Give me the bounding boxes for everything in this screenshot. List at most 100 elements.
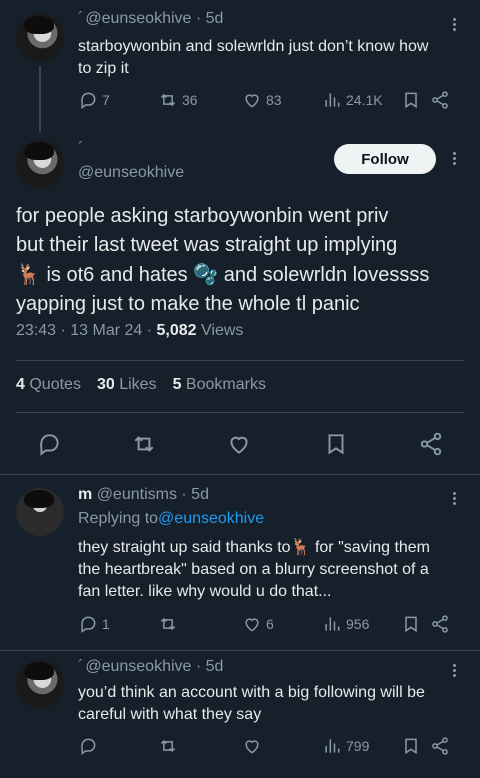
avatar[interactable] (16, 14, 64, 62)
deer-emoji: 🦌 (16, 262, 41, 286)
share-icon (420, 432, 442, 456)
views-button[interactable]: 24.1K (322, 90, 383, 110)
display-name[interactable]: m (78, 486, 92, 504)
follow-button[interactable]: Follow (334, 144, 436, 174)
views-count: 799 (346, 738, 370, 754)
views-icon (325, 739, 340, 753)
main-tweet-actions (0, 425, 480, 465)
handle[interactable]: @euntisms (97, 486, 177, 504)
divider (16, 412, 464, 413)
like-count: 83 (266, 92, 282, 108)
tweet-header: m @euntisms · 5d (78, 486, 209, 504)
engagement-stats: 4 Quotes 30 Likes 5 Bookmarks (16, 376, 266, 394)
bookmark-icon (405, 616, 417, 633)
bubbles-emoji: 🫧 (193, 262, 219, 286)
retweet-button[interactable]: 36 (158, 90, 198, 110)
thread-line (39, 66, 41, 132)
reply-button[interactable]: 7 (78, 90, 110, 110)
views-count: 5,082 (156, 322, 197, 339)
more-icon[interactable] (453, 662, 457, 679)
retweet-icon (160, 93, 176, 107)
bookmarks-link[interactable]: 5 Bookmarks (173, 376, 266, 394)
share-button[interactable] (430, 736, 450, 756)
replying-to: Replying to @eunseokhive (78, 510, 265, 528)
tweet-meta: 23:43 · 13 Mar 24 · 5,082 Views (16, 322, 244, 340)
heart-icon (245, 740, 259, 754)
tweet-text: they straight up said thanks to🦌 for "sa… (78, 537, 431, 600)
timestamp[interactable]: 5d (206, 10, 224, 28)
tweet-actions: 7 36 83 24.1K (78, 90, 458, 114)
tweet-header: ´ @eunseokhive · 5d (78, 10, 224, 28)
avatar[interactable] (16, 488, 64, 536)
retweet-button[interactable] (131, 431, 157, 462)
retweet-count: 36 (182, 92, 198, 108)
reply-button[interactable] (36, 431, 62, 462)
handle[interactable]: @eunseokhive (85, 10, 191, 28)
reply-icon (81, 738, 96, 755)
reply-count: 1 (102, 616, 110, 632)
divider (0, 650, 480, 651)
author-handle[interactable]: @eunseokhive (78, 164, 184, 182)
bookmark-icon (405, 738, 417, 755)
share-button[interactable] (418, 431, 444, 462)
tweet-text: you’d think an account with a big follow… (78, 684, 425, 723)
retweet-icon (134, 436, 154, 452)
share-icon (432, 91, 448, 109)
heart-icon (230, 436, 248, 454)
retweet-button[interactable] (158, 614, 178, 634)
replying-to-handle[interactable]: @eunseokhive (158, 510, 264, 528)
heart-icon (245, 618, 259, 632)
heart-icon (245, 94, 259, 108)
avatar[interactable] (16, 140, 64, 188)
reply-icon (81, 92, 96, 109)
views-icon (325, 93, 340, 107)
timestamp[interactable]: 5d (191, 486, 209, 504)
views-count: 956 (346, 616, 370, 632)
quotes-link[interactable]: 4 Quotes (16, 376, 81, 394)
retweet-icon (160, 739, 176, 753)
main-tweet-text: for people asking starboywonbin went pri… (16, 205, 430, 315)
tweet-actions: 799 (78, 736, 458, 760)
more-icon[interactable] (453, 16, 457, 33)
tweet-header: ´ @eunseokhive · 5d (78, 658, 224, 676)
tweet-actions: 1 6 956 (78, 614, 458, 638)
like-button[interactable] (226, 431, 252, 462)
retweet-icon (160, 617, 176, 631)
like-button[interactable]: 83 (242, 90, 282, 110)
more-icon[interactable] (453, 150, 457, 167)
views-label: Views (201, 322, 244, 339)
avatar[interactable] (16, 660, 64, 708)
bookmark-button[interactable] (401, 736, 421, 756)
tweet-text: starboywonbin and solewrldn just don’t k… (78, 38, 429, 77)
likes-link[interactable]: 30 Likes (97, 376, 157, 394)
reply-icon (40, 434, 59, 456)
like-count: 6 (266, 616, 274, 632)
divider (0, 474, 480, 475)
like-button[interactable] (242, 736, 262, 756)
reply-button[interactable]: 1 (78, 614, 110, 634)
tweet-date[interactable]: 13 Mar 24 (70, 322, 142, 340)
share-button[interactable] (430, 614, 450, 634)
bookmark-icon (405, 92, 417, 109)
share-icon (432, 615, 448, 633)
views-button[interactable]: 956 (322, 614, 369, 634)
retweet-button[interactable] (158, 736, 178, 756)
like-button[interactable]: 6 (242, 614, 274, 634)
views-button[interactable]: 799 (322, 736, 369, 756)
bookmark-icon (328, 434, 344, 455)
timestamp[interactable]: 5d (206, 658, 224, 676)
reply-icon (81, 616, 96, 633)
bookmark-button[interactable] (401, 614, 421, 634)
bookmark-button[interactable] (323, 431, 349, 462)
reply-button[interactable] (78, 736, 98, 756)
divider (16, 360, 464, 361)
author-name[interactable]: ´ (78, 140, 83, 158)
tweet-time[interactable]: 23:43 (16, 322, 56, 340)
views-icon (325, 617, 340, 631)
handle[interactable]: @eunseokhive (85, 658, 191, 676)
share-button[interactable] (430, 90, 450, 110)
bookmark-button[interactable] (401, 90, 421, 110)
more-icon[interactable] (453, 490, 457, 507)
views-count: 24.1K (346, 92, 383, 108)
share-icon (432, 737, 448, 755)
